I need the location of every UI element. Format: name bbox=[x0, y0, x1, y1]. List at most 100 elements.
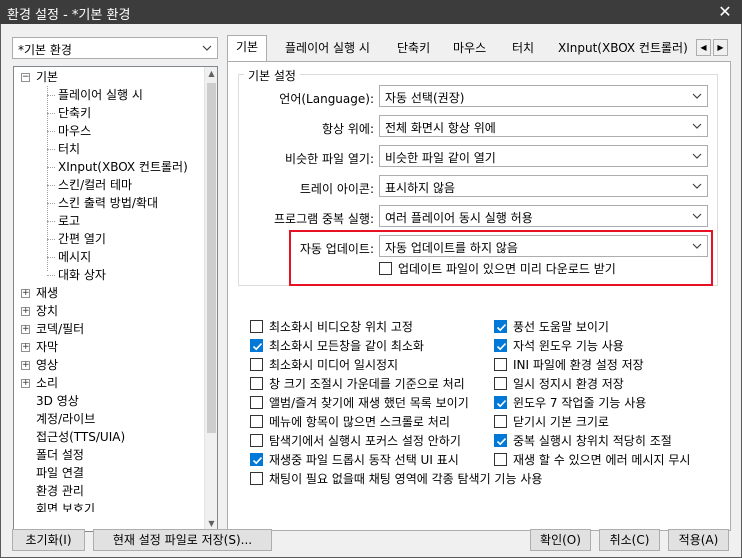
tab-scroll-left-icon[interactable]: ◀ bbox=[696, 39, 711, 56]
profile-select[interactable]: *기본 환경 bbox=[12, 37, 218, 59]
tree-item-leaf[interactable]: 3D 영상 bbox=[36, 392, 79, 410]
tree-expand-icon[interactable]: + bbox=[21, 361, 30, 370]
checkbox-box[interactable] bbox=[250, 415, 263, 428]
checkbox-label: 창 크기 조절시 가운데를 기준으로 처리 bbox=[269, 377, 465, 391]
option-checkbox[interactable]: 윈도우 7 작업줄 기능 사용 bbox=[494, 395, 714, 411]
option-checkbox[interactable]: 재생 할 수 있으면 에러 메시지 무시 bbox=[494, 452, 724, 468]
tree-item-child[interactable]: 플레이어 실행 시 bbox=[58, 86, 143, 104]
tree-item-child[interactable]: 메시지 bbox=[58, 248, 91, 266]
multi-instance-select[interactable]: 여러 플레이어 동시 실행 허용 bbox=[379, 205, 708, 227]
tree-item-leaf[interactable]: 회면 보호기 bbox=[36, 500, 95, 512]
cancel-button[interactable]: 취소(C) bbox=[599, 529, 660, 551]
option-checkbox[interactable]: 메뉴에 항목이 많으면 스크롤로 처리 bbox=[250, 414, 486, 430]
checkbox-label: 윈도우 7 작업줄 기능 사용 bbox=[513, 396, 647, 410]
tree-item-child[interactable]: 터치 bbox=[58, 140, 80, 158]
tree-item-child[interactable]: 간편 열기 bbox=[58, 230, 106, 248]
checkbox-box[interactable] bbox=[494, 415, 507, 428]
tab-shortcuts[interactable]: 단축키 bbox=[389, 37, 438, 61]
tree-item-child[interactable]: 스킨 출력 방법/확대 bbox=[58, 194, 158, 212]
tree-item-group[interactable]: 소리 bbox=[36, 374, 58, 392]
tree-collapse-icon[interactable]: − bbox=[21, 73, 30, 82]
tree-item-group[interactable]: 영상 bbox=[36, 356, 58, 374]
tree-item-basic[interactable]: 기본 bbox=[36, 68, 58, 86]
tree-item-group[interactable]: 재생 bbox=[36, 284, 58, 302]
option-checkbox[interactable]: 풍선 도움말 보이기 bbox=[494, 319, 714, 335]
tree-item-group[interactable]: 장치 bbox=[36, 302, 58, 320]
checkbox-box-checked[interactable] bbox=[494, 320, 507, 333]
always-on-top-select-value: 전체 화면시 항상 위에 bbox=[385, 121, 496, 135]
tree-item-child[interactable]: 스킨/컬러 테마 bbox=[58, 176, 132, 194]
scroll-up-icon[interactable]: ▲ bbox=[207, 70, 216, 78]
tree-guide-line bbox=[47, 221, 55, 222]
tree-expand-icon[interactable]: + bbox=[21, 325, 30, 334]
option-checkbox[interactable]: 중복 실행시 창위치 적당히 조절 bbox=[494, 433, 714, 449]
option-checkbox[interactable]: 닫기시 기본 크기로 bbox=[494, 414, 714, 430]
tree-item-child[interactable]: 로고 bbox=[58, 212, 80, 230]
scroll-down-icon[interactable]: ▼ bbox=[207, 520, 216, 528]
tree-item-group[interactable]: 자막 bbox=[36, 338, 58, 356]
option-checkbox[interactable]: 탐색기에서 실행시 포커스 설정 안하기 bbox=[250, 433, 486, 449]
ok-button[interactable]: 확인(O) bbox=[530, 529, 591, 551]
checkbox-box[interactable] bbox=[250, 396, 263, 409]
tree-item-leaf[interactable]: 환경 관리 bbox=[36, 482, 84, 500]
tree-item-child[interactable]: 단축키 bbox=[58, 104, 91, 122]
tree-item-group[interactable]: 코덱/필터 bbox=[36, 320, 84, 338]
tab-basic[interactable]: 기본 bbox=[227, 35, 268, 61]
similar-files-select[interactable]: 비슷한 파일 같이 열기 bbox=[379, 145, 708, 167]
checkbox-box[interactable] bbox=[250, 377, 263, 390]
tree-expand-icon[interactable]: + bbox=[21, 379, 30, 388]
checkbox-box[interactable] bbox=[494, 453, 507, 466]
scrollbar-thumb[interactable] bbox=[207, 83, 216, 433]
checkbox-box[interactable] bbox=[494, 377, 507, 390]
option-checkbox[interactable]: 앨범/즐겨 찾기에 재생 했던 목록 보이기 bbox=[250, 395, 486, 411]
apply-button[interactable]: 적용(A) bbox=[668, 529, 729, 551]
option-checkbox[interactable]: INI 파일에 환경 설정 저장 bbox=[494, 357, 714, 373]
tab-player-launch[interactable]: 플레이어 실행 시 bbox=[277, 37, 378, 61]
tree-expand-icon[interactable]: + bbox=[21, 307, 30, 316]
option-checkbox[interactable]: 최소화시 모든창을 같이 최소화 bbox=[250, 338, 486, 354]
option-checkbox[interactable]: 일시 정지시 환경 저장 bbox=[494, 376, 714, 392]
option-checkbox[interactable]: 재생중 파일 드롭시 동작 선택 UI 표시 bbox=[250, 452, 486, 468]
settings-tree: − 기본 플레이어 실행 시 단축키 마우스 터치 XInput(XBOX 컨트… bbox=[13, 66, 218, 532]
tree-scrollbar[interactable]: ▲ ▼ bbox=[204, 67, 217, 531]
tree-expand-icon[interactable]: + bbox=[21, 343, 30, 352]
checkbox-box[interactable] bbox=[250, 320, 263, 333]
option-checkbox[interactable]: 채팅이 필요 없을때 채팅 영역에 각종 탐색기 기능 사용 bbox=[250, 471, 720, 487]
save-as-button[interactable]: 현재 설정 파일로 저장(S)... bbox=[93, 529, 272, 551]
always-on-top-select[interactable]: 전체 화면시 항상 위에 bbox=[379, 115, 708, 137]
tree-item-child[interactable]: XInput(XBOX 컨트롤러) bbox=[58, 158, 188, 176]
checkbox-label: 자석 윈도우 기능 사용 bbox=[513, 339, 624, 353]
checkbox-label: 닫기시 기본 크기로 bbox=[513, 415, 609, 429]
option-checkbox[interactable]: 자석 윈도우 기능 사용 bbox=[494, 338, 714, 354]
checkbox-box[interactable] bbox=[250, 434, 263, 447]
tray-icon-select[interactable]: 표시하지 않음 bbox=[379, 175, 708, 197]
checkbox-box[interactable] bbox=[250, 358, 263, 371]
tab-xinput[interactable]: XInput(XBOX 컨트롤러) bbox=[550, 37, 696, 61]
tree-item-child[interactable]: 마우스 bbox=[58, 122, 91, 140]
checkbox-box-checked[interactable] bbox=[494, 339, 507, 352]
check-icon bbox=[496, 324, 507, 332]
option-checkbox[interactable]: 최소화시 비디오창 위치 고정 bbox=[250, 319, 486, 335]
tab-mouse[interactable]: 마우스 bbox=[445, 37, 494, 61]
tab-touch[interactable]: 터치 bbox=[504, 37, 542, 61]
tab-panel-basic: 기본 설정 언어(Language): 자동 선택(권장) 항상 위에: 전체 … bbox=[227, 61, 731, 531]
option-checkbox[interactable]: 창 크기 조절시 가운데를 기준으로 처리 bbox=[250, 376, 486, 392]
tree-item-leaf[interactable]: 계정/라이브 bbox=[36, 410, 95, 428]
checkbox-box-checked[interactable] bbox=[250, 453, 263, 466]
chevron-down-icon bbox=[692, 153, 702, 159]
close-icon[interactable]: ✕ bbox=[714, 1, 736, 23]
checkbox-box-checked[interactable] bbox=[250, 339, 263, 352]
checkbox-box-checked[interactable] bbox=[494, 434, 507, 447]
option-checkbox[interactable]: 최소화시 미디어 일시정지 bbox=[250, 357, 486, 373]
checkbox-box-checked[interactable] bbox=[494, 396, 507, 409]
tree-item-child[interactable]: 대화 상자 bbox=[58, 266, 106, 284]
tree-expand-icon[interactable]: + bbox=[21, 289, 30, 298]
checkbox-box[interactable] bbox=[494, 358, 507, 371]
tab-scroll-right-icon[interactable]: ▶ bbox=[713, 39, 728, 56]
language-select[interactable]: 자동 선택(권장) bbox=[379, 85, 708, 107]
checkbox-box[interactable] bbox=[250, 472, 263, 485]
tree-item-leaf[interactable]: 파일 연결 bbox=[36, 464, 84, 482]
tree-item-leaf[interactable]: 접근성(TTS/UIA) bbox=[36, 428, 125, 446]
tree-item-leaf[interactable]: 폴더 설정 bbox=[36, 446, 84, 464]
reset-button[interactable]: 초기화(I) bbox=[12, 529, 85, 551]
